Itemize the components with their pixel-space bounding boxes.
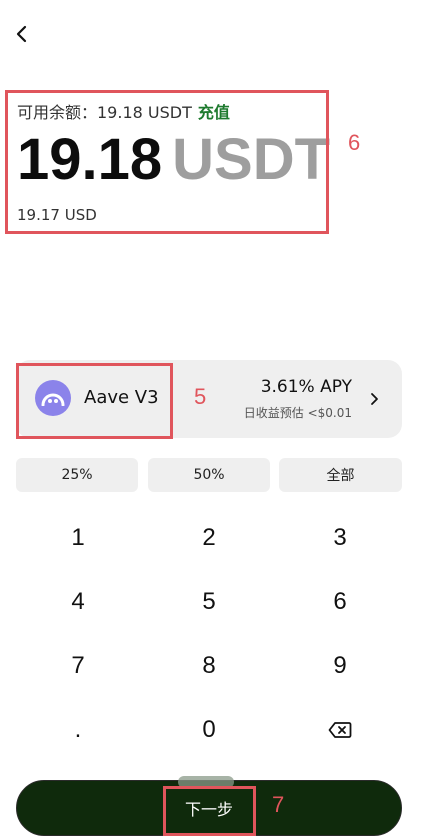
chevron-right-icon (371, 393, 378, 405)
key-8[interactable]: 8 (149, 641, 269, 691)
key-1[interactable]: 1 (18, 513, 138, 563)
annotation-box-next (163, 786, 256, 836)
percent-50-button[interactable]: 50% (148, 458, 270, 492)
annotation-label-next: 7 (272, 792, 285, 817)
annotation-label-balance: 6 (348, 130, 361, 155)
annotation-box-protocol (16, 363, 173, 439)
key-3[interactable]: 3 (280, 513, 400, 563)
chevron-left-icon (16, 25, 27, 43)
annotation-label-protocol: 5 (194, 384, 207, 409)
key-2[interactable]: 2 (149, 513, 269, 563)
key-4[interactable]: 4 (18, 577, 138, 627)
backspace-key[interactable] (280, 705, 400, 755)
back-button[interactable] (10, 22, 34, 46)
key-0[interactable]: 0 (149, 705, 269, 755)
apy-value: 3.61% APY (260, 377, 352, 397)
backspace-icon (328, 722, 352, 738)
annotation-box-balance (5, 90, 329, 234)
key-5[interactable]: 5 (149, 577, 269, 627)
key-7[interactable]: 7 (18, 641, 138, 691)
key-6[interactable]: 6 (280, 577, 400, 627)
key-decimal[interactable]: . (18, 705, 138, 755)
percent-all-button[interactable]: 全部 (279, 458, 402, 492)
daily-estimate: 日收益预估 <$0.01 (243, 406, 352, 420)
key-9[interactable]: 9 (280, 641, 400, 691)
percent-25-button[interactable]: 25% (16, 458, 138, 492)
